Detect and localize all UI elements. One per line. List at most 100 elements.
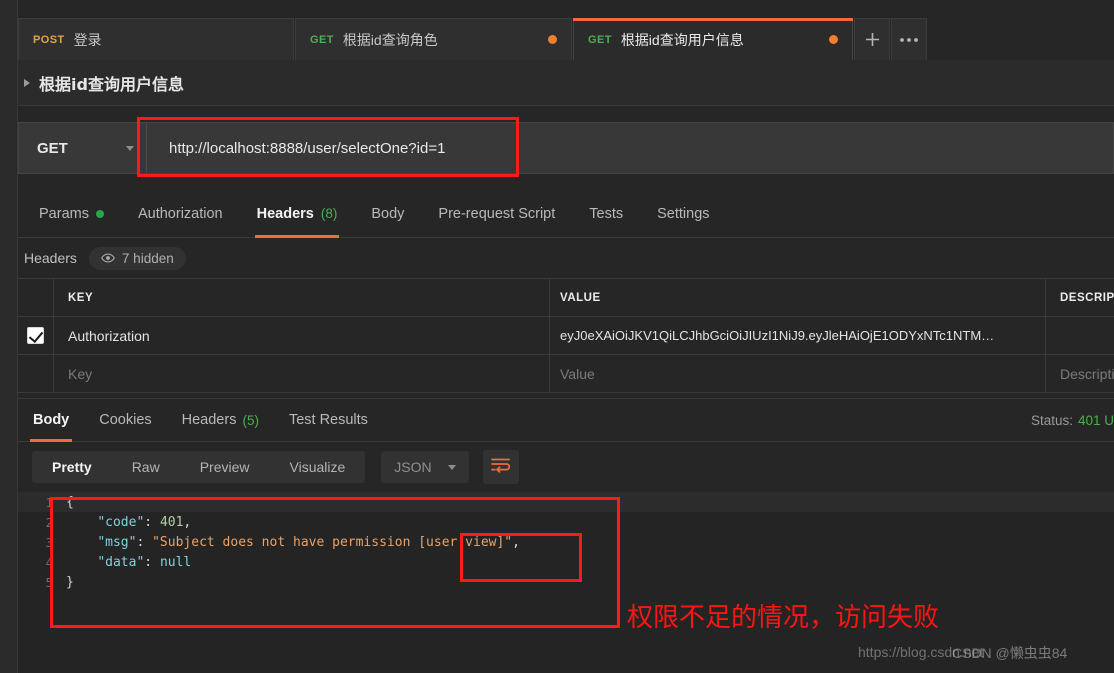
word-wrap-icon	[491, 457, 511, 478]
tab-method-label: GET	[588, 33, 612, 46]
eye-icon	[101, 251, 115, 266]
code-content: }	[66, 574, 74, 590]
tab-headers[interactable]: Headers (8)	[240, 190, 355, 238]
request-title-bar: 根据id查询用户信息	[18, 60, 1114, 106]
tab-label: Cookies	[99, 412, 152, 428]
hidden-headers-count: 7 hidden	[121, 250, 174, 266]
cell-value-empty[interactable]: Value	[550, 355, 1046, 392]
format-value: JSON	[394, 459, 432, 475]
tab-body[interactable]: Body	[354, 190, 421, 238]
select-all-cell	[18, 279, 54, 316]
response-tab-test-results[interactable]: Test Results	[274, 398, 383, 442]
tab-params[interactable]: Params	[22, 190, 121, 238]
view-preview[interactable]: Preview	[180, 451, 270, 483]
request-tab-login[interactable]: POST 登录	[18, 18, 294, 60]
view-visualize[interactable]: Visualize	[270, 451, 366, 483]
response-body-toolbar: Pretty Raw Preview Visualize JSON	[18, 442, 1114, 492]
new-tab-button[interactable]	[854, 18, 890, 60]
line-number: 4	[45, 554, 53, 570]
response-tab-headers[interactable]: Headers (5)	[167, 398, 274, 442]
tab-label: Pre-request Script	[438, 205, 556, 222]
column-header-key: KEY	[54, 279, 550, 316]
request-tab-strip: POST 登录 GET 根据id查询角色 GET 根据id查询用户信息	[18, 0, 1114, 60]
unsaved-indicator-dot	[548, 35, 557, 44]
tab-method-label: GET	[310, 33, 334, 46]
line-number: 2	[45, 514, 53, 530]
chevron-down-icon	[447, 464, 456, 470]
params-present-dot	[95, 209, 104, 218]
cell-description[interactable]	[1046, 317, 1114, 354]
response-section-tabs: Body Cookies Headers (5) Test Results St…	[18, 398, 1114, 442]
tab-label: Headers	[256, 205, 314, 222]
chevron-down-icon	[126, 145, 134, 151]
response-body-viewer[interactable]: 1 { 2 "code": 401, 3 "msg": "Subject doe…	[18, 492, 1114, 673]
tab-settings[interactable]: Settings	[640, 190, 726, 238]
status-label: Status:	[1030, 412, 1073, 428]
row-checkbox-cell	[18, 317, 54, 354]
hidden-headers-toggle[interactable]: 7 hidden	[88, 246, 186, 270]
tab-label: Test Results	[288, 412, 368, 428]
code-line: 2 "code": 401,	[18, 512, 1114, 532]
request-tab-query-user-info[interactable]: GET 根据id查询用户信息	[573, 18, 853, 60]
header-token-value: eyJ0eXAiOiJKV1QiLCJhbGciOiJIUzI1NiJ9.eyJ…	[560, 328, 995, 343]
tab-options-button[interactable]	[891, 18, 927, 60]
tab-count: (8)	[320, 206, 338, 221]
tab-count: (5)	[242, 412, 259, 428]
page-title: 根据id查询用户信息	[39, 74, 184, 94]
postman-window: POST 登录 GET 根据id查询角色 GET 根据id查询用户信息 根据id…	[0, 0, 1114, 673]
http-method-selector[interactable]: GET	[19, 123, 147, 173]
tab-label: Body	[371, 205, 405, 222]
caret-right-icon[interactable]	[24, 78, 30, 87]
response-format-selector[interactable]: JSON	[381, 451, 469, 483]
response-tab-cookies[interactable]: Cookies	[84, 398, 166, 442]
table-row-empty[interactable]: Key Value Description	[18, 355, 1114, 393]
tab-tests[interactable]: Tests	[572, 190, 640, 238]
column-header-description: DESCRIPTION	[1060, 291, 1114, 304]
tab-title: 登录	[73, 31, 102, 48]
headers-toolbar: Headers 7 hidden	[18, 238, 1114, 278]
value-placeholder: Value	[560, 365, 595, 382]
body-view-switcher: Pretty Raw Preview Visualize	[32, 451, 366, 483]
headers-label: Headers	[24, 250, 77, 266]
description-placeholder: Description	[1060, 365, 1114, 382]
left-sidebar-rail	[0, 0, 18, 673]
tab-authorization[interactable]: Authorization	[121, 190, 240, 238]
response-tab-body[interactable]: Body	[18, 398, 84, 442]
code-content: "code": 401,	[97, 514, 192, 530]
tab-pre-request-script[interactable]: Pre-request Script	[421, 190, 572, 238]
response-status: Status: 401 U	[1031, 413, 1114, 428]
view-pretty[interactable]: Pretty	[32, 451, 112, 483]
tab-label: Tests	[589, 205, 624, 222]
request-tab-query-role[interactable]: GET 根据id查询角色	[295, 18, 572, 60]
http-method-value: GET	[37, 139, 68, 157]
cell-key[interactable]: Authorization	[54, 317, 550, 354]
url-input[interactable]: http://localhost:8888/user/selectOne?id=…	[147, 123, 1113, 173]
line-number: 1	[45, 494, 53, 510]
code-content: {	[66, 494, 74, 510]
tab-method-label: POST	[33, 33, 65, 46]
header-key-value: Authorization	[68, 327, 150, 344]
line-number: 5	[45, 574, 53, 590]
key-placeholder: Key	[68, 365, 93, 382]
unsaved-indicator-dot	[829, 35, 838, 44]
row-enabled-checkbox[interactable]	[27, 327, 44, 344]
tab-label: Body	[33, 412, 70, 428]
cell-value[interactable]: eyJ0eXAiOiJKV1QiLCJhbGciOiJIUzI1NiJ9.eyJ…	[550, 317, 1046, 354]
tab-label: Params	[39, 205, 89, 222]
code-line: 3 "msg": "Subject does not have permissi…	[18, 532, 1114, 552]
tab-label: Settings	[657, 205, 710, 222]
url-bar-zone: GET http://localhost:8888/user/selectOne…	[18, 106, 1114, 190]
table-header-row: KEY VALUE DESCRIPTION	[18, 279, 1114, 317]
code-line: 5 }	[18, 572, 1114, 592]
view-raw[interactable]: Raw	[112, 451, 180, 483]
tab-label: Headers	[181, 412, 237, 428]
cell-key-empty[interactable]: Key	[54, 355, 550, 392]
table-row[interactable]: Authorization eyJ0eXAiOiJKV1QiLCJhbGciOi…	[18, 317, 1114, 355]
cell-description-empty[interactable]: Description	[1046, 355, 1114, 392]
request-section-tabs: Params Authorization Headers (8) Body Pr…	[18, 190, 1114, 238]
url-bar: GET http://localhost:8888/user/selectOne…	[18, 122, 1114, 174]
word-wrap-toggle[interactable]	[482, 450, 519, 484]
row-checkbox-cell	[18, 355, 54, 392]
code-content: "data": null	[97, 554, 192, 570]
tab-title: 根据id查询角色	[342, 31, 438, 48]
